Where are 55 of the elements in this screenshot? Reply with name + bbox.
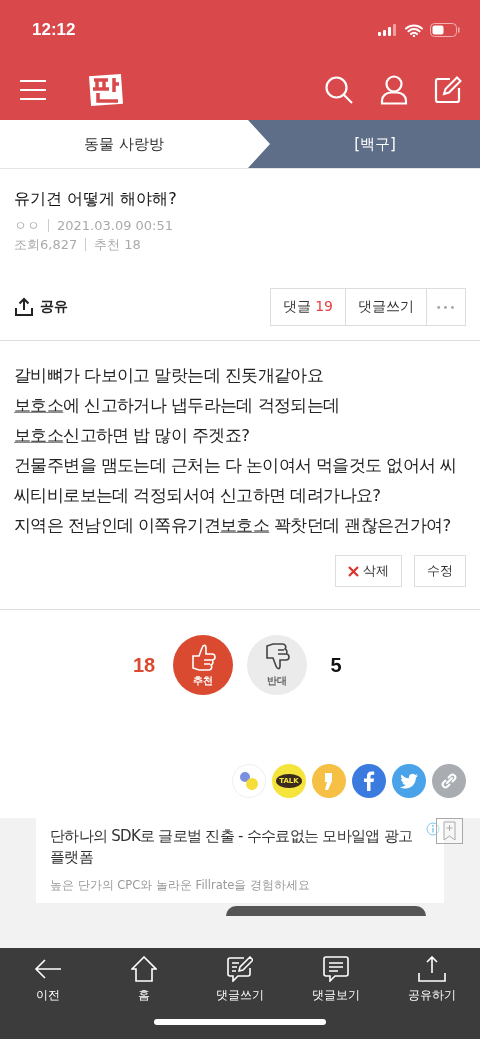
bottom-nav-item[interactable]: 댓글보기: [288, 956, 384, 1003]
body-text: 신고하면 밥 많이 주겟죠?: [63, 426, 250, 445]
share-button[interactable]: 공유: [14, 297, 68, 317]
oppose-count: 5: [329, 653, 343, 677]
bottom-nav-item[interactable]: 댓글쓰기: [192, 956, 288, 1003]
post-date: 2021.03.09 00:51: [57, 217, 174, 235]
logo-icon[interactable]: [88, 73, 124, 107]
bottom-nav-item[interactable]: 이전: [0, 956, 96, 1003]
recommend-button[interactable]: 추천: [173, 635, 233, 695]
floating-tab[interactable]: [226, 906, 426, 916]
body-text: 에 신고하거나 냅두라는데 걱정되는데: [63, 396, 340, 415]
info-icon[interactable]: [426, 822, 440, 836]
menu-icon[interactable]: [18, 78, 48, 102]
keyword-link[interactable]: 보호소: [14, 426, 64, 445]
author-name: ㅇㅇ: [14, 217, 40, 235]
bookmark-icon[interactable]: [436, 818, 463, 844]
share-icon: [14, 297, 34, 317]
view-count: 조회6,827: [14, 236, 78, 254]
breadcrumb-tab[interactable]: 동물 사랑방: [0, 120, 270, 168]
recommend-count: 추천 18: [94, 236, 141, 254]
body-text: 지역은 전남인데 이쪽유기견: [14, 516, 221, 535]
body-text: 꽉찻던데 괜찮은건가여?: [272, 516, 451, 535]
body-text: 건물주변을 맴도는데 근처는 다 논이여서 먹을것도 없어서 씨: [14, 456, 457, 475]
delete-button[interactable]: 삭제: [335, 555, 402, 587]
thumbs-up-icon: [189, 642, 217, 672]
facebook-icon[interactable]: [352, 764, 386, 798]
keyword-link[interactable]: 보호소: [14, 396, 64, 415]
recommend-count: 18: [131, 653, 157, 677]
bottom-nav-item[interactable]: 홈: [96, 956, 192, 1003]
chat-bubbles-icon[interactable]: [232, 764, 266, 798]
twitter-icon[interactable]: [392, 764, 426, 798]
comment-icon: [323, 956, 349, 982]
battery-icon: [430, 23, 460, 37]
signal-icon: [378, 24, 398, 36]
home-icon: [131, 956, 157, 982]
status-time: 12:12: [32, 20, 77, 40]
ad-title: 단하나의 SDK로 글로벌 진출 - 수수료없는 모바일앱 광고 플랫폼: [50, 826, 414, 868]
bottom-nav-item[interactable]: 공유하기: [384, 956, 480, 1003]
search-icon[interactable]: [324, 75, 354, 105]
body-text: 씨티비로보는데 걱정되서여 신고하면 데려가나요?: [14, 486, 381, 505]
close-icon: [348, 565, 359, 577]
wifi-icon: [405, 23, 423, 37]
ad-card[interactable]: 단하나의 SDK로 글로벌 진출 - 수수료없는 모바일앱 광고 플랫폼 높은 단가의 CPC와 놀라운 Fillrate을 경험하세요: [36, 818, 444, 903]
oppose-button[interactable]: 반대: [247, 635, 307, 695]
compose-icon[interactable]: [434, 76, 462, 104]
post-title: 유기견 어떻게 해야해?: [14, 189, 178, 210]
link-icon[interactable]: [432, 764, 466, 798]
share-icon: [418, 956, 446, 982]
edit-button[interactable]: 수정: [414, 555, 466, 587]
edit-comment-icon: [227, 956, 253, 982]
keyword-link[interactable]: 보호소: [220, 516, 270, 535]
ad-subtitle: 높은 단가의 CPC와 놀라운 Fillrate을 경험하세요: [50, 878, 311, 893]
body-text: 갈비뼈가 다보이고 말랏는데 진돗개같아요: [14, 366, 324, 385]
thumbs-down-icon: [263, 642, 291, 672]
user-icon[interactable]: [380, 75, 408, 105]
